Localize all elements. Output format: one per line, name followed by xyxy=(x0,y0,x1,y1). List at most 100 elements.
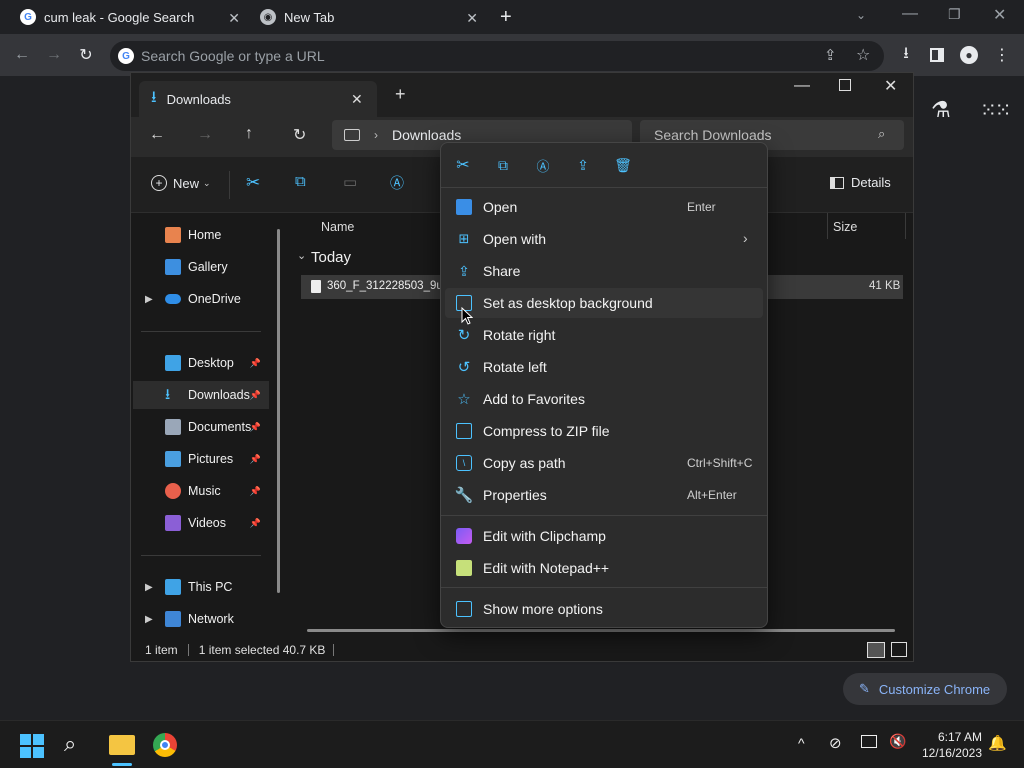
expand-chevron-icon[interactable]: ▶ xyxy=(145,294,153,305)
delete-trash-icon[interactable]: 🗑 xyxy=(611,153,635,177)
column-header-name[interactable]: Name xyxy=(321,220,354,234)
new-tab-button[interactable]: + xyxy=(395,84,406,105)
labs-flask-icon[interactable]: ⚗ xyxy=(931,97,951,123)
menu-item-add-to-favorites[interactable]: ☆ Add to Favorites xyxy=(445,384,763,414)
tab-search-icon[interactable]: ⌄ xyxy=(856,8,866,22)
cut-icon[interactable]: ✂ xyxy=(451,153,475,177)
menu-item-set-desktop-background[interactable]: Set as desktop background xyxy=(445,288,763,318)
search-icon[interactable]: ⌕ xyxy=(64,731,76,757)
menu-item-open-with[interactable]: ⊞ Open with › xyxy=(445,224,763,254)
rename-icon[interactable]: Ⓐ xyxy=(390,173,404,193)
sidebar-item-videos[interactable]: Videos 📌 xyxy=(133,509,269,537)
network-offline-icon[interactable]: ⊘ xyxy=(829,734,842,752)
share-icon[interactable]: ⇪ xyxy=(571,153,595,177)
column-divider[interactable] xyxy=(827,213,828,239)
cut-icon[interactable]: ✂ xyxy=(246,173,260,193)
back-icon[interactable]: ← xyxy=(149,126,165,144)
omnibox[interactable]: G Search Google or type a URL ⇪ ☆ xyxy=(110,41,884,71)
copy-icon[interactable]: ⧉ xyxy=(491,153,515,177)
menu-item-share[interactable]: ⇪ Share xyxy=(445,256,763,286)
forward-icon[interactable]: → xyxy=(44,45,64,65)
menu-item-edit-clipchamp[interactable]: Edit with Clipchamp xyxy=(445,521,763,551)
sidebar-label: OneDrive xyxy=(188,292,241,306)
new-tab-button[interactable]: + xyxy=(500,6,512,29)
taskbar-chrome-icon[interactable] xyxy=(153,733,177,757)
notification-bell-icon[interactable]: 🔔 xyxy=(988,734,1007,752)
sidebar-scrollbar[interactable] xyxy=(277,229,280,593)
up-icon[interactable]: ↑ xyxy=(245,125,253,143)
browser-tab-search[interactable]: G cum leak - Google Search ✕ xyxy=(8,0,248,34)
rotate-left-icon: ↺ xyxy=(457,359,471,376)
start-windows-icon[interactable] xyxy=(20,734,44,758)
download-icon[interactable]: ⭳ xyxy=(896,45,916,65)
clock-date[interactable]: 12/16/2023 xyxy=(912,746,982,760)
sidebar-item-music[interactable]: Music 📌 xyxy=(133,477,269,505)
sidebar-label: Gallery xyxy=(188,260,228,274)
tiles-view-icon[interactable] xyxy=(891,642,907,657)
close-window-icon[interactable]: ✕ xyxy=(884,76,897,96)
profile-icon[interactable]: ● xyxy=(960,46,978,64)
sidebar-item-gallery[interactable]: Gallery xyxy=(133,253,269,281)
plus-circle-icon: + xyxy=(151,175,167,191)
sidebar-item-onedrive[interactable]: ▶ OneDrive xyxy=(133,285,269,313)
sidebar-item-home[interactable]: Home xyxy=(133,221,269,249)
menu-item-properties[interactable]: 🔧 Properties Alt+Enter xyxy=(445,480,763,510)
column-header-size[interactable]: Size xyxy=(833,220,857,234)
close-tab-icon[interactable]: ✕ xyxy=(351,91,363,108)
copy-icon[interactable]: ⧉ xyxy=(295,173,306,190)
menu-item-copy-as-path[interactable]: \ Copy as path Ctrl+Shift+C xyxy=(445,448,763,478)
refresh-icon[interactable]: ↻ xyxy=(293,125,306,145)
maximize-icon[interactable] xyxy=(839,79,851,91)
status-bar: 1 item 1 item selected 40.7 KB xyxy=(131,639,913,661)
minimize-icon[interactable]: — xyxy=(902,5,918,23)
taskbar-file-explorer[interactable] xyxy=(106,725,138,766)
close-tab-icon[interactable]: ✕ xyxy=(228,10,240,27)
paste-icon[interactable]: ▭ xyxy=(343,173,357,191)
details-view-icon[interactable] xyxy=(867,642,885,658)
customize-chrome-button[interactable]: ✎ Customize Chrome xyxy=(843,673,1007,705)
sidebar-item-desktop[interactable]: Desktop 📌 xyxy=(133,349,269,377)
sidebar-item-downloads[interactable]: ⭳ Downloads 📌 xyxy=(133,381,269,409)
menu-item-edit-notepadpp[interactable]: Edit with Notepad++ xyxy=(445,553,763,583)
menu-item-show-more-options[interactable]: Show more options xyxy=(445,594,763,624)
menu-item-rotate-right[interactable]: ↻ Rotate right xyxy=(445,320,763,350)
sidebar-item-network[interactable]: ▶ Network xyxy=(133,605,269,633)
horizontal-scrollbar[interactable] xyxy=(307,629,895,632)
group-header-today[interactable]: Today xyxy=(311,249,351,266)
close-window-icon[interactable]: ✕ xyxy=(993,5,1006,25)
back-icon[interactable]: ← xyxy=(12,45,32,65)
details-button[interactable]: Details xyxy=(830,175,891,190)
minimize-icon[interactable]: — xyxy=(794,77,810,95)
notepadpp-icon xyxy=(456,560,472,576)
expand-chevron-icon[interactable]: ▶ xyxy=(145,614,153,625)
share-icon[interactable]: ⇪ xyxy=(824,46,837,64)
menu-kebab-icon[interactable]: ⋮ xyxy=(992,45,1012,65)
clock-time[interactable]: 6:17 AM xyxy=(930,730,982,744)
volume-muted-icon[interactable]: 🔇 xyxy=(889,733,906,750)
file-name: 360_F_312228503_9ue xyxy=(327,280,450,292)
bookmark-star-icon[interactable]: ☆ xyxy=(856,45,870,65)
menu-item-compress-zip[interactable]: Compress to ZIP file xyxy=(445,416,763,446)
display-icon[interactable] xyxy=(861,735,877,748)
menu-item-open[interactable]: Open Enter xyxy=(445,192,763,222)
sidebar-item-pictures[interactable]: Pictures 📌 xyxy=(133,445,269,473)
explorer-titlebar: ⭳ Downloads ✕ + — ✕ xyxy=(131,73,913,117)
group-collapse-chevron-icon[interactable]: ⌄ xyxy=(297,249,306,262)
expand-chevron-icon[interactable]: ▶ xyxy=(145,582,153,593)
sidebar-label: Network xyxy=(188,612,234,626)
rename-icon[interactable]: Ⓐ xyxy=(531,153,555,177)
restore-icon[interactable]: ❐ xyxy=(948,6,961,23)
sidebar-item-thispc[interactable]: ▶ This PC xyxy=(133,573,269,601)
new-button[interactable]: + New ⌄ xyxy=(151,175,211,191)
side-panel-icon[interactable] xyxy=(930,48,944,62)
breadcrumb-downloads[interactable]: Downloads xyxy=(392,127,461,143)
menu-item-rotate-left[interactable]: ↺ Rotate left xyxy=(445,352,763,382)
forward-icon[interactable]: → xyxy=(197,126,213,144)
browser-tab-newtab[interactable]: ◉ New Tab ✕ xyxy=(250,0,486,34)
apps-grid-icon[interactable]: ⁙⁙ xyxy=(980,98,1011,123)
sidebar-item-documents[interactable]: Documents 📌 xyxy=(133,413,269,441)
close-tab-icon[interactable]: ✕ xyxy=(466,10,478,27)
reload-icon[interactable]: ↻ xyxy=(76,45,96,65)
tray-chevron-up-icon[interactable]: ^ xyxy=(798,735,805,751)
explorer-tab-downloads[interactable]: ⭳ Downloads ✕ xyxy=(139,81,377,117)
